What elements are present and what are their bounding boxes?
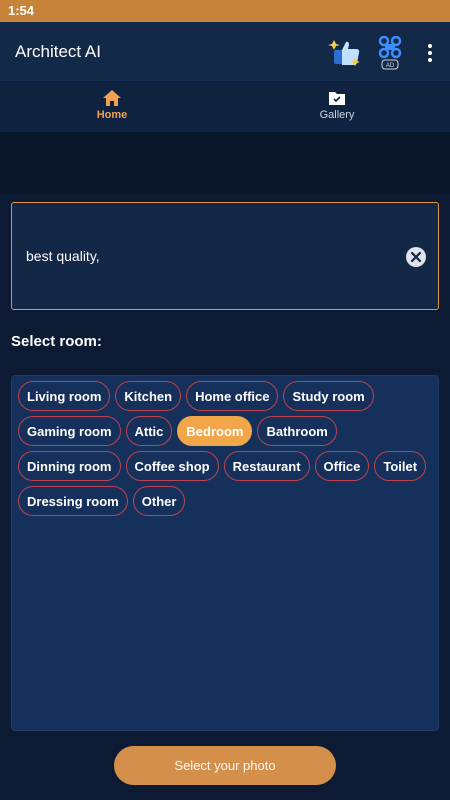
bottom-tab-bar: Home Gallery [0, 80, 450, 132]
ad-command-icon[interactable]: AD [377, 36, 403, 70]
home-icon [103, 90, 121, 106]
room-chip[interactable]: Attic [125, 416, 173, 446]
tab-home-label: Home [96, 109, 128, 121]
room-chip[interactable]: Living room [18, 381, 111, 411]
room-chip-panel: Living room Kitchen Home office Study ro… [11, 375, 439, 731]
room-chip[interactable]: Gaming room [18, 416, 121, 446]
room-chip[interactable]: Study room [283, 381, 374, 411]
tab-home[interactable]: Home [52, 89, 172, 121]
room-chip[interactable]: Bathroom [257, 416, 337, 446]
select-room-label: Select room: [11, 333, 102, 350]
room-chip[interactable]: Toilet [374, 451, 427, 481]
room-chip[interactable]: Office [314, 451, 370, 481]
header-spacer [0, 132, 450, 194]
tab-gallery[interactable]: Gallery [277, 89, 397, 121]
status-bar: 1:54 [0, 0, 450, 22]
svg-text:AD: AD [386, 63, 395, 69]
more-vertical-icon[interactable] [420, 42, 440, 64]
room-chip[interactable]: Dressing room [18, 486, 128, 516]
room-chip[interactable]: Home office [186, 381, 279, 411]
gallery-folder-icon [329, 92, 345, 105]
thumbs-up-sparkle-icon[interactable] [328, 36, 362, 70]
status-time: 1:54 [8, 3, 35, 18]
select-photo-button[interactable]: Select your photo [114, 746, 336, 785]
prompt-input[interactable]: best quality, [11, 202, 439, 310]
prompt-text[interactable]: best quality, [26, 248, 100, 264]
room-chip[interactable]: Dinning room [18, 451, 121, 481]
room-chip[interactable]: Other [132, 486, 186, 516]
room-chip[interactable]: Kitchen [115, 381, 182, 411]
clear-icon[interactable] [405, 246, 427, 268]
room-chip[interactable]: Coffee shop [125, 451, 219, 481]
room-chip-selected[interactable]: Bedroom [177, 416, 253, 446]
app-bar: Architect AI AD [0, 22, 450, 80]
tab-gallery-label: Gallery [319, 109, 355, 121]
app-title: Architect AI [15, 42, 101, 61]
room-chip[interactable]: Restaurant [223, 451, 310, 481]
